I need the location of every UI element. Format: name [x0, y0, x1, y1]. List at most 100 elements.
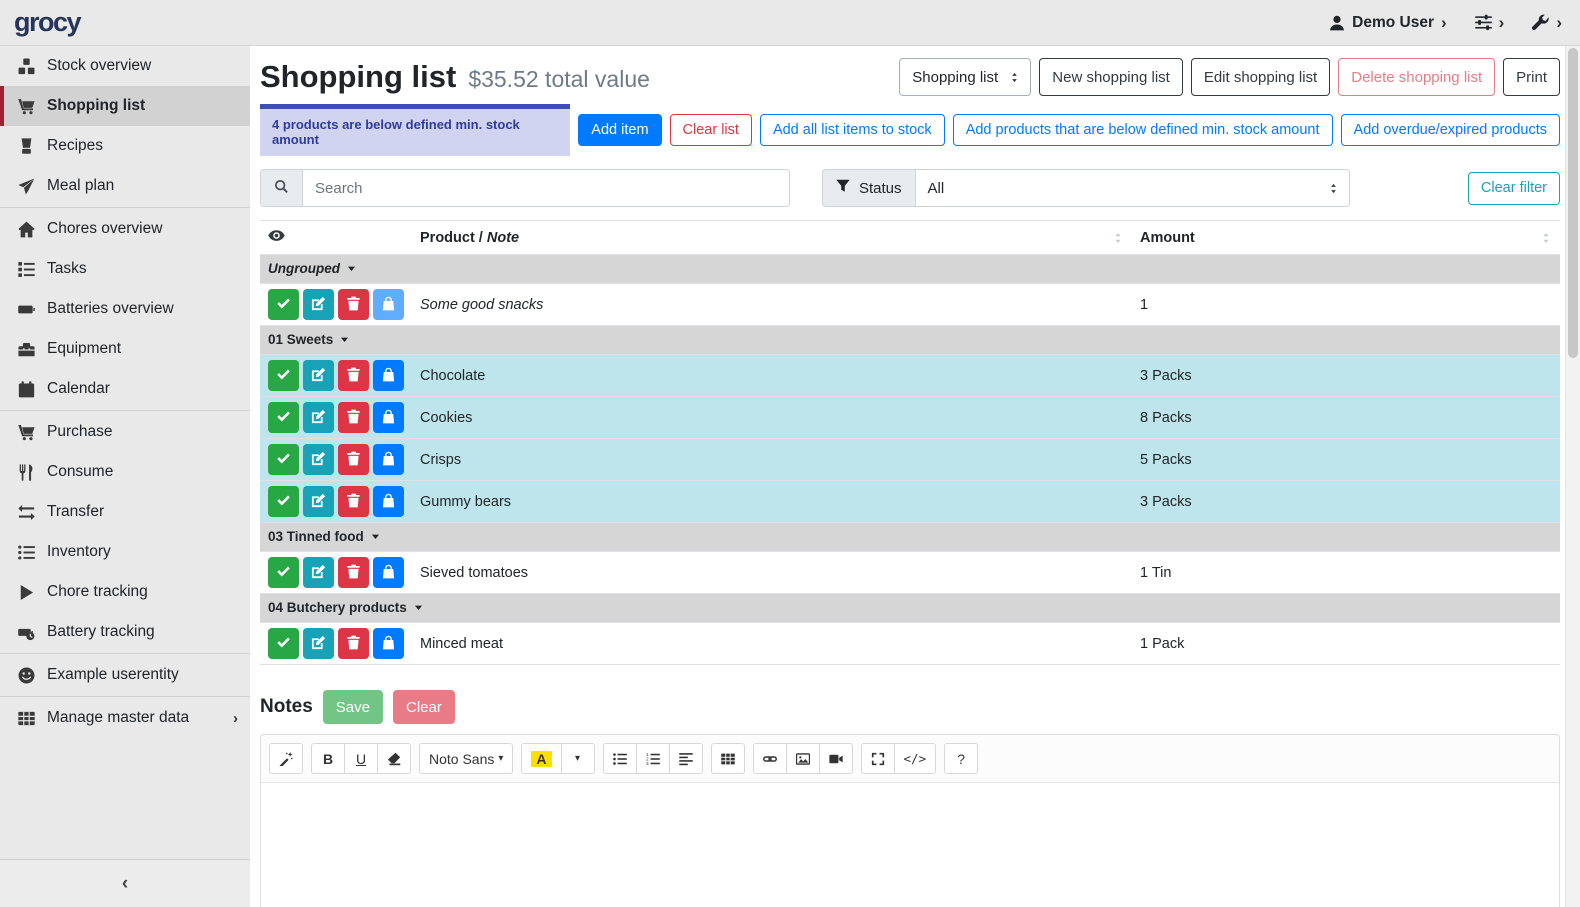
row-delete-button[interactable] — [338, 402, 369, 433]
row-delete-button[interactable] — [338, 360, 369, 391]
group-header-row-03-tinned-food[interactable]: 03 Tinned food — [260, 523, 1560, 552]
page-scrollbar[interactable] — [1565, 46, 1580, 907]
sidebar-collapse-button[interactable]: ‹ — [0, 859, 250, 907]
row-add-to-stock-button[interactable] — [373, 444, 404, 475]
status-select[interactable]: All — [915, 169, 1350, 207]
add-item-button[interactable]: Add item — [578, 114, 661, 146]
sidebar-item-equipment[interactable]: Equipment — [0, 329, 250, 369]
sidebar-item-battery-tracking[interactable]: Battery tracking — [0, 612, 250, 652]
sidebar-item-example-userentity[interactable]: Example userentity — [0, 655, 250, 695]
notes-editor-area[interactable] — [261, 783, 1559, 907]
sidebar-item-inventory[interactable]: Inventory — [0, 532, 250, 572]
paragraph-align-button[interactable] — [669, 743, 703, 774]
row-delete-button[interactable] — [338, 486, 369, 517]
add-overdue-button[interactable]: Add overdue/expired products — [1341, 114, 1560, 146]
edit-shopping-list-button[interactable]: Edit shopping list — [1191, 58, 1330, 96]
row-add-to-stock-button[interactable] — [373, 486, 404, 517]
group-header-row-04-butchery-products[interactable]: 04 Butchery products — [260, 594, 1560, 623]
unordered-list-button[interactable] — [603, 743, 637, 774]
shopping-list-select[interactable]: Shopping list — [899, 58, 1031, 96]
sidebar-item-purchase[interactable]: Purchase — [0, 412, 250, 452]
print-button[interactable]: Print — [1503, 58, 1560, 96]
help-button[interactable]: ? — [944, 743, 978, 774]
insert-video-button[interactable] — [819, 743, 853, 774]
product-column-header[interactable]: Product / Note — [412, 221, 1132, 255]
group-header-row-01-sweets[interactable]: 01 Sweets — [260, 326, 1560, 355]
row-edit-button[interactable] — [303, 289, 334, 320]
row-edit-button[interactable] — [303, 486, 334, 517]
sidebar-item-shopping-list[interactable]: Shopping list — [0, 86, 250, 126]
clear-filter-button[interactable]: Clear filter — [1468, 172, 1560, 205]
row-done-button[interactable] — [268, 557, 299, 588]
row-add-to-stock-button[interactable] — [373, 557, 404, 588]
admin-menu[interactable]: › — [1532, 14, 1562, 31]
bold-button[interactable]: B — [311, 743, 345, 774]
fullscreen-button[interactable] — [861, 743, 895, 774]
sidebar-item-batteries-overview[interactable]: Batteries overview — [0, 289, 250, 329]
font-name-button[interactable]: Noto Sans▾ — [419, 743, 513, 774]
row-delete-button[interactable] — [338, 444, 369, 475]
row-edit-button[interactable] — [303, 402, 334, 433]
new-shopping-list-button[interactable]: New shopping list — [1039, 58, 1183, 96]
toolbar-button-group — [753, 743, 853, 774]
user-menu[interactable]: Demo User › — [1329, 14, 1447, 32]
row-done-button[interactable] — [268, 486, 299, 517]
highlight-color-picker-button[interactable]: ▾ — [561, 743, 595, 774]
notes-editor: BU Noto Sans▾ A▾ 123 </>? — [260, 734, 1560, 907]
add-all-to-stock-button[interactable]: Add all list items to stock — [760, 114, 945, 146]
sidebar-item-meal-plan[interactable]: Meal plan — [0, 166, 250, 206]
remove-format-button[interactable] — [377, 743, 411, 774]
sidebar-item-stock-overview[interactable]: Stock overview — [0, 46, 250, 86]
app-logo[interactable]: grocy — [14, 7, 80, 38]
sidebar-item-chores-overview[interactable]: Chores overview — [0, 209, 250, 249]
sidebar-item-manage-master-data[interactable]: Manage master data› — [0, 698, 250, 738]
row-add-to-stock-button[interactable] — [373, 289, 404, 320]
add-below-min-button[interactable]: Add products that are below defined min.… — [953, 114, 1333, 146]
row-done-button[interactable] — [268, 444, 299, 475]
sidebar-item-calendar[interactable]: Calendar — [0, 369, 250, 409]
insert-picture-button[interactable] — [786, 743, 820, 774]
row-done-button[interactable] — [268, 402, 299, 433]
row-add-to-stock-button[interactable] — [373, 402, 404, 433]
clear-notes-button[interactable]: Clear — [393, 690, 455, 724]
search-icon — [274, 179, 289, 197]
sidebar-item-tasks[interactable]: Tasks — [0, 249, 250, 289]
magic-style-button[interactable] — [269, 743, 303, 774]
sidebar-item-chore-tracking[interactable]: Chore tracking — [0, 572, 250, 612]
row-edit-button[interactable] — [303, 360, 334, 391]
code-view-button[interactable]: </> — [894, 743, 937, 774]
row-edit-button[interactable] — [303, 557, 334, 588]
clear-list-button[interactable]: Clear list — [670, 114, 752, 146]
row-delete-button[interactable] — [338, 289, 369, 320]
row-edit-button[interactable] — [303, 444, 334, 475]
sidebar-item-recipes[interactable]: Recipes — [0, 126, 250, 166]
topbar-menu: Demo User › › › — [1329, 14, 1562, 32]
sidebar-item-consume[interactable]: Consume — [0, 452, 250, 492]
delete-shopping-list-button[interactable]: Delete shopping list — [1338, 58, 1495, 96]
search-input[interactable] — [302, 169, 790, 207]
trash-icon — [346, 367, 361, 385]
row-add-to-stock-button[interactable] — [373, 628, 404, 659]
insert-link-button[interactable] — [753, 743, 787, 774]
chevron-right-icon: › — [233, 710, 238, 727]
row-done-button[interactable] — [268, 289, 299, 320]
row-done-button[interactable] — [268, 360, 299, 391]
settings-menu[interactable]: › — [1475, 14, 1505, 31]
highlight-color-button[interactable]: A — [521, 743, 561, 774]
visibility-toggle-icon[interactable] — [268, 227, 285, 244]
group-header-row-ungrouped[interactable]: Ungrouped — [260, 255, 1560, 284]
save-notes-button[interactable]: Save — [323, 690, 383, 724]
row-delete-button[interactable] — [338, 628, 369, 659]
select-arrows-icon — [1328, 183, 1339, 194]
insert-table-button[interactable] — [711, 743, 745, 774]
row-delete-button[interactable] — [338, 557, 369, 588]
row-done-button[interactable] — [268, 628, 299, 659]
row-edit-button[interactable] — [303, 628, 334, 659]
sidebar-item-transfer[interactable]: Transfer — [0, 492, 250, 532]
scrollbar-thumb[interactable] — [1568, 48, 1578, 358]
underline-button[interactable]: U — [344, 743, 378, 774]
amount-column-header[interactable]: Amount — [1132, 221, 1560, 255]
below-min-stock-alert[interactable]: 4 products are below defined min. stock … — [260, 104, 570, 156]
ordered-list-button[interactable]: 123 — [636, 743, 670, 774]
row-add-to-stock-button[interactable] — [373, 360, 404, 391]
